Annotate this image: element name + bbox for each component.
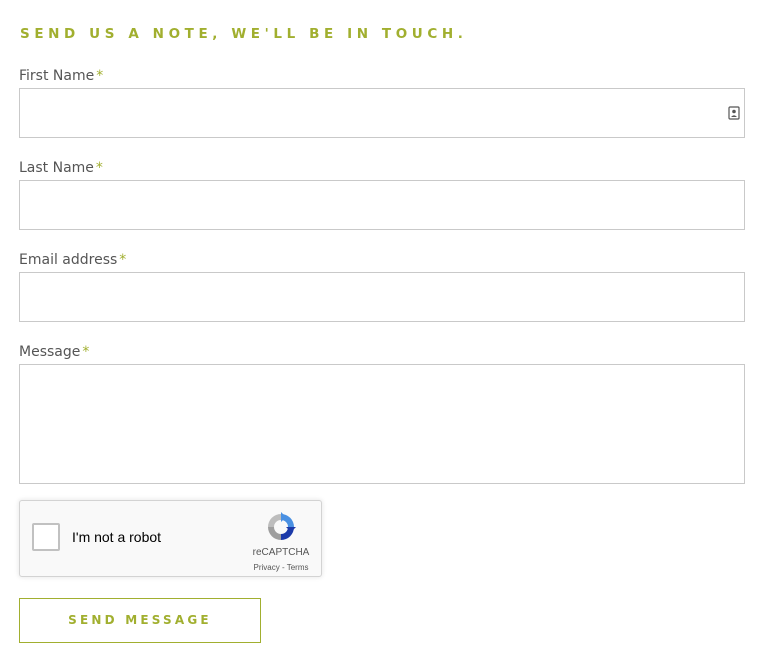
- email-label: Email address *: [19, 252, 126, 268]
- required-marker: *: [95, 160, 103, 176]
- recaptcha-privacy-terms-links[interactable]: Privacy - Terms: [242, 563, 320, 572]
- recaptcha-widget: I'm not a robot reCAPTCHA Privacy - Term…: [19, 500, 322, 577]
- recaptcha-logo-icon: [268, 512, 296, 540]
- last-name-label: Last Name *: [19, 160, 103, 176]
- first-name-input[interactable]: [20, 89, 744, 137]
- first-name-label-text: First Name: [19, 68, 95, 84]
- first-name-label: First Name *: [19, 68, 103, 84]
- message-label: Message *: [19, 344, 89, 360]
- recaptcha-checkbox[interactable]: [32, 523, 60, 551]
- form-heading: SEND US A NOTE, WE'LL BE IN TOUCH.: [20, 26, 468, 42]
- required-marker: *: [96, 68, 104, 84]
- last-name-field[interactable]: [19, 180, 745, 230]
- message-label-text: Message: [19, 344, 81, 360]
- required-marker: *: [119, 252, 127, 268]
- required-marker: *: [82, 344, 90, 360]
- last-name-label-text: Last Name: [19, 160, 94, 176]
- email-field[interactable]: [19, 272, 745, 322]
- first-name-field[interactable]: [19, 88, 745, 138]
- recaptcha-brand: reCAPTCHA: [252, 547, 310, 558]
- recaptcha-checkbox-label: I'm not a robot: [72, 529, 162, 545]
- contact-card-icon[interactable]: [728, 106, 740, 120]
- email-label-text: Email address: [19, 252, 118, 268]
- send-message-button[interactable]: SEND MESSAGE: [19, 598, 261, 643]
- message-textarea[interactable]: [20, 365, 744, 483]
- email-input[interactable]: [20, 273, 744, 321]
- last-name-input[interactable]: [20, 181, 744, 229]
- message-field[interactable]: [19, 364, 745, 484]
